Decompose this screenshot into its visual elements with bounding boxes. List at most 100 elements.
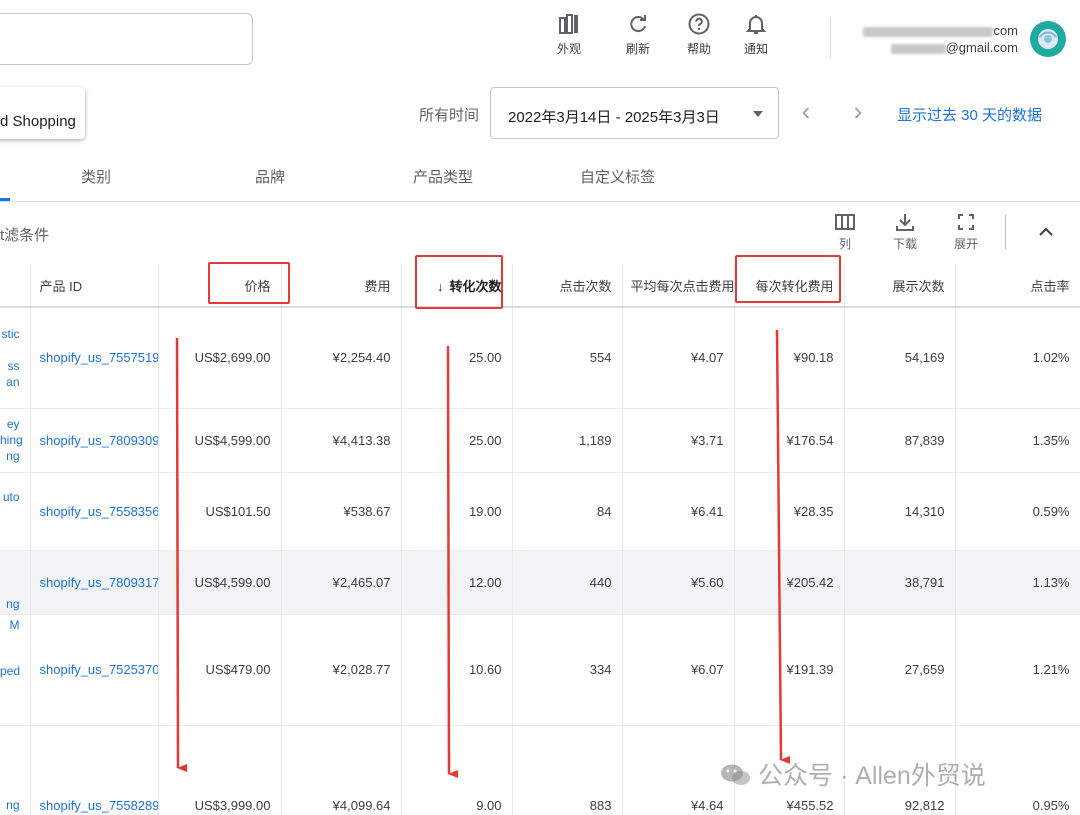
cell-avg-cpc: ¥5.60	[622, 550, 735, 615]
help-button[interactable]: 帮助	[674, 12, 724, 57]
tabs-bar	[0, 150, 1080, 202]
header-clicks[interactable]: 点击次数	[512, 264, 623, 308]
chevron-up-icon[interactable]	[1034, 220, 1058, 244]
annotation-box-price	[208, 262, 290, 304]
appearance-button[interactable]: 外观	[544, 12, 594, 57]
cell-avg-cpc: ¥4.64	[622, 725, 735, 815]
show-last-30-days-link[interactable]: 显示过去 30 天的数据	[897, 104, 1042, 125]
product-id-link[interactable]: shopify_us_7558356	[30, 472, 159, 551]
product-id-link[interactable]: shopify_us_7525370	[30, 614, 159, 726]
cell-cost: ¥4,413.38	[281, 408, 402, 473]
columns-button[interactable]: 列	[828, 212, 862, 252]
cell-conversions: 12.00	[401, 550, 513, 615]
avatar[interactable]	[1030, 21, 1066, 57]
account-email-line2: @gmail.com	[863, 39, 1018, 56]
cell-cost: ¥2,465.07	[281, 550, 402, 615]
header-product-id[interactable]: 产品 ID	[30, 264, 159, 308]
time-range-label: 所有时间	[419, 107, 480, 124]
annotation-box-conversions	[415, 255, 503, 309]
appearance-label: 外观	[556, 42, 581, 56]
cell-avg-cpc: ¥4.07	[622, 307, 735, 409]
cell-clicks: 334	[512, 614, 623, 726]
expand-button[interactable]: 展开	[949, 212, 983, 252]
title-line: M	[9, 617, 20, 632]
active-tab-indicator	[0, 198, 10, 201]
product-id-link[interactable]: shopify_us_7809317	[30, 550, 159, 615]
header-ctr[interactable]: 点击率	[955, 264, 1080, 308]
tab-category[interactable]: 类别	[81, 166, 111, 187]
table-row: ng shopify_us_7809317 US$4,599.00 ¥2,465…	[0, 550, 1080, 615]
cell-price: US$3,999.00	[158, 725, 282, 815]
cell-avg-cpc: ¥6.07	[622, 614, 735, 726]
cell-clicks: 440	[512, 550, 623, 615]
cell-clicks: 554	[512, 307, 623, 409]
download-button[interactable]: 下载	[888, 212, 922, 252]
tab-custom-label[interactable]: 自定义标签	[580, 166, 655, 187]
filter-label[interactable]: t滤条件	[0, 224, 49, 245]
previous-period-icon[interactable]: ‹	[794, 98, 818, 124]
product-title-fragment[interactable]: ng	[0, 550, 31, 615]
account-info[interactable]: com @gmail.com	[863, 22, 1018, 56]
cell-ctr: 1.21%	[955, 614, 1080, 726]
cell-avg-cpc: ¥3.71	[622, 408, 735, 473]
annotation-box-cost-per-conv	[735, 255, 841, 303]
notifications-button[interactable]: 通知	[731, 12, 781, 57]
product-title-fragment[interactable]: uto	[0, 472, 31, 551]
toolbar-divider	[1005, 215, 1006, 249]
tab-brand[interactable]: 品牌	[255, 166, 285, 187]
cell-ctr: 1.02%	[955, 307, 1080, 409]
cell-clicks: 883	[512, 725, 623, 815]
product-id-link[interactable]: shopify_us_7809309	[30, 408, 159, 473]
cell-cost: ¥4,099.64	[281, 725, 402, 815]
search-box[interactable]	[0, 13, 253, 65]
cell-conversions: 10.60	[401, 614, 513, 726]
cell-price: US$4,599.00	[158, 408, 282, 473]
title-line: ng	[6, 449, 20, 463]
help-label: 帮助	[686, 42, 711, 56]
account-line2: @gmail.com	[945, 40, 1018, 55]
expand-icon	[958, 214, 974, 230]
header-cost[interactable]: 费用	[281, 264, 402, 308]
table-row: ey hing ng shopify_us_7809309 US$4,599.00 …	[0, 408, 1080, 473]
title-line: ped	[0, 663, 21, 678]
cell-ctr: 1.13%	[955, 550, 1080, 615]
product-id-link[interactable]: shopify_us_7557519	[30, 307, 159, 409]
title-line: stic	[1, 326, 20, 341]
next-period-icon[interactable]: ›	[846, 98, 870, 124]
date-range-value: 2022年3月14日 - 2025年3月3日	[508, 109, 720, 126]
cell-clicks: 84	[512, 472, 623, 551]
cell-cost: ¥2,254.40	[281, 307, 402, 409]
cell-conversions: 9.00	[401, 725, 513, 815]
title-line: uto	[2, 489, 20, 504]
cell-conversions: 19.00	[401, 472, 513, 551]
cell-impressions: 38,791	[844, 550, 956, 615]
refresh-button[interactable]: 刷新	[613, 12, 663, 57]
account-line1-suffix: com	[993, 23, 1018, 38]
header-divider	[830, 18, 831, 58]
tab-product-type[interactable]: 产品类型	[413, 166, 473, 187]
table-row: uto shopify_us_7558356 US$101.50 ¥538.67…	[0, 472, 1080, 551]
title-line: ey	[6, 417, 20, 431]
table-row: stic ss an shopify_us_7557519 US$2,699.00 …	[0, 307, 1080, 409]
title-line: ng	[6, 596, 20, 611]
product-title-fragment[interactable]: stic ss an	[0, 307, 31, 409]
product-title-fragment[interactable]: ng	[0, 725, 31, 815]
product-title-fragment[interactable]: ey hing ng	[0, 408, 31, 473]
chevron-down-icon	[753, 111, 763, 117]
notifications-label: 通知	[743, 42, 768, 56]
header-impressions[interactable]: 展示次数	[844, 264, 956, 308]
product-title-fragment[interactable]: Mped	[0, 614, 31, 726]
title-line: hing	[0, 433, 23, 447]
cell-price: US$4,599.00	[158, 550, 282, 615]
date-range-dropdown[interactable]: 2022年3月14日 - 2025年3月3日	[490, 87, 779, 139]
help-icon	[688, 13, 710, 35]
cell-impressions: 54,169	[844, 307, 956, 409]
campaign-selector[interactable]: d Shopping	[0, 87, 85, 139]
cell-cost-per-conv: ¥90.18	[734, 307, 845, 409]
cell-impressions: 14,310	[844, 472, 956, 551]
cell-clicks: 1,189	[512, 408, 623, 473]
title-line: an	[6, 374, 20, 389]
header-avg-cpc[interactable]: 平均每次点击费用	[622, 264, 735, 308]
refresh-label: 刷新	[625, 42, 650, 56]
product-id-link[interactable]: shopify_us_7558289	[30, 725, 159, 815]
